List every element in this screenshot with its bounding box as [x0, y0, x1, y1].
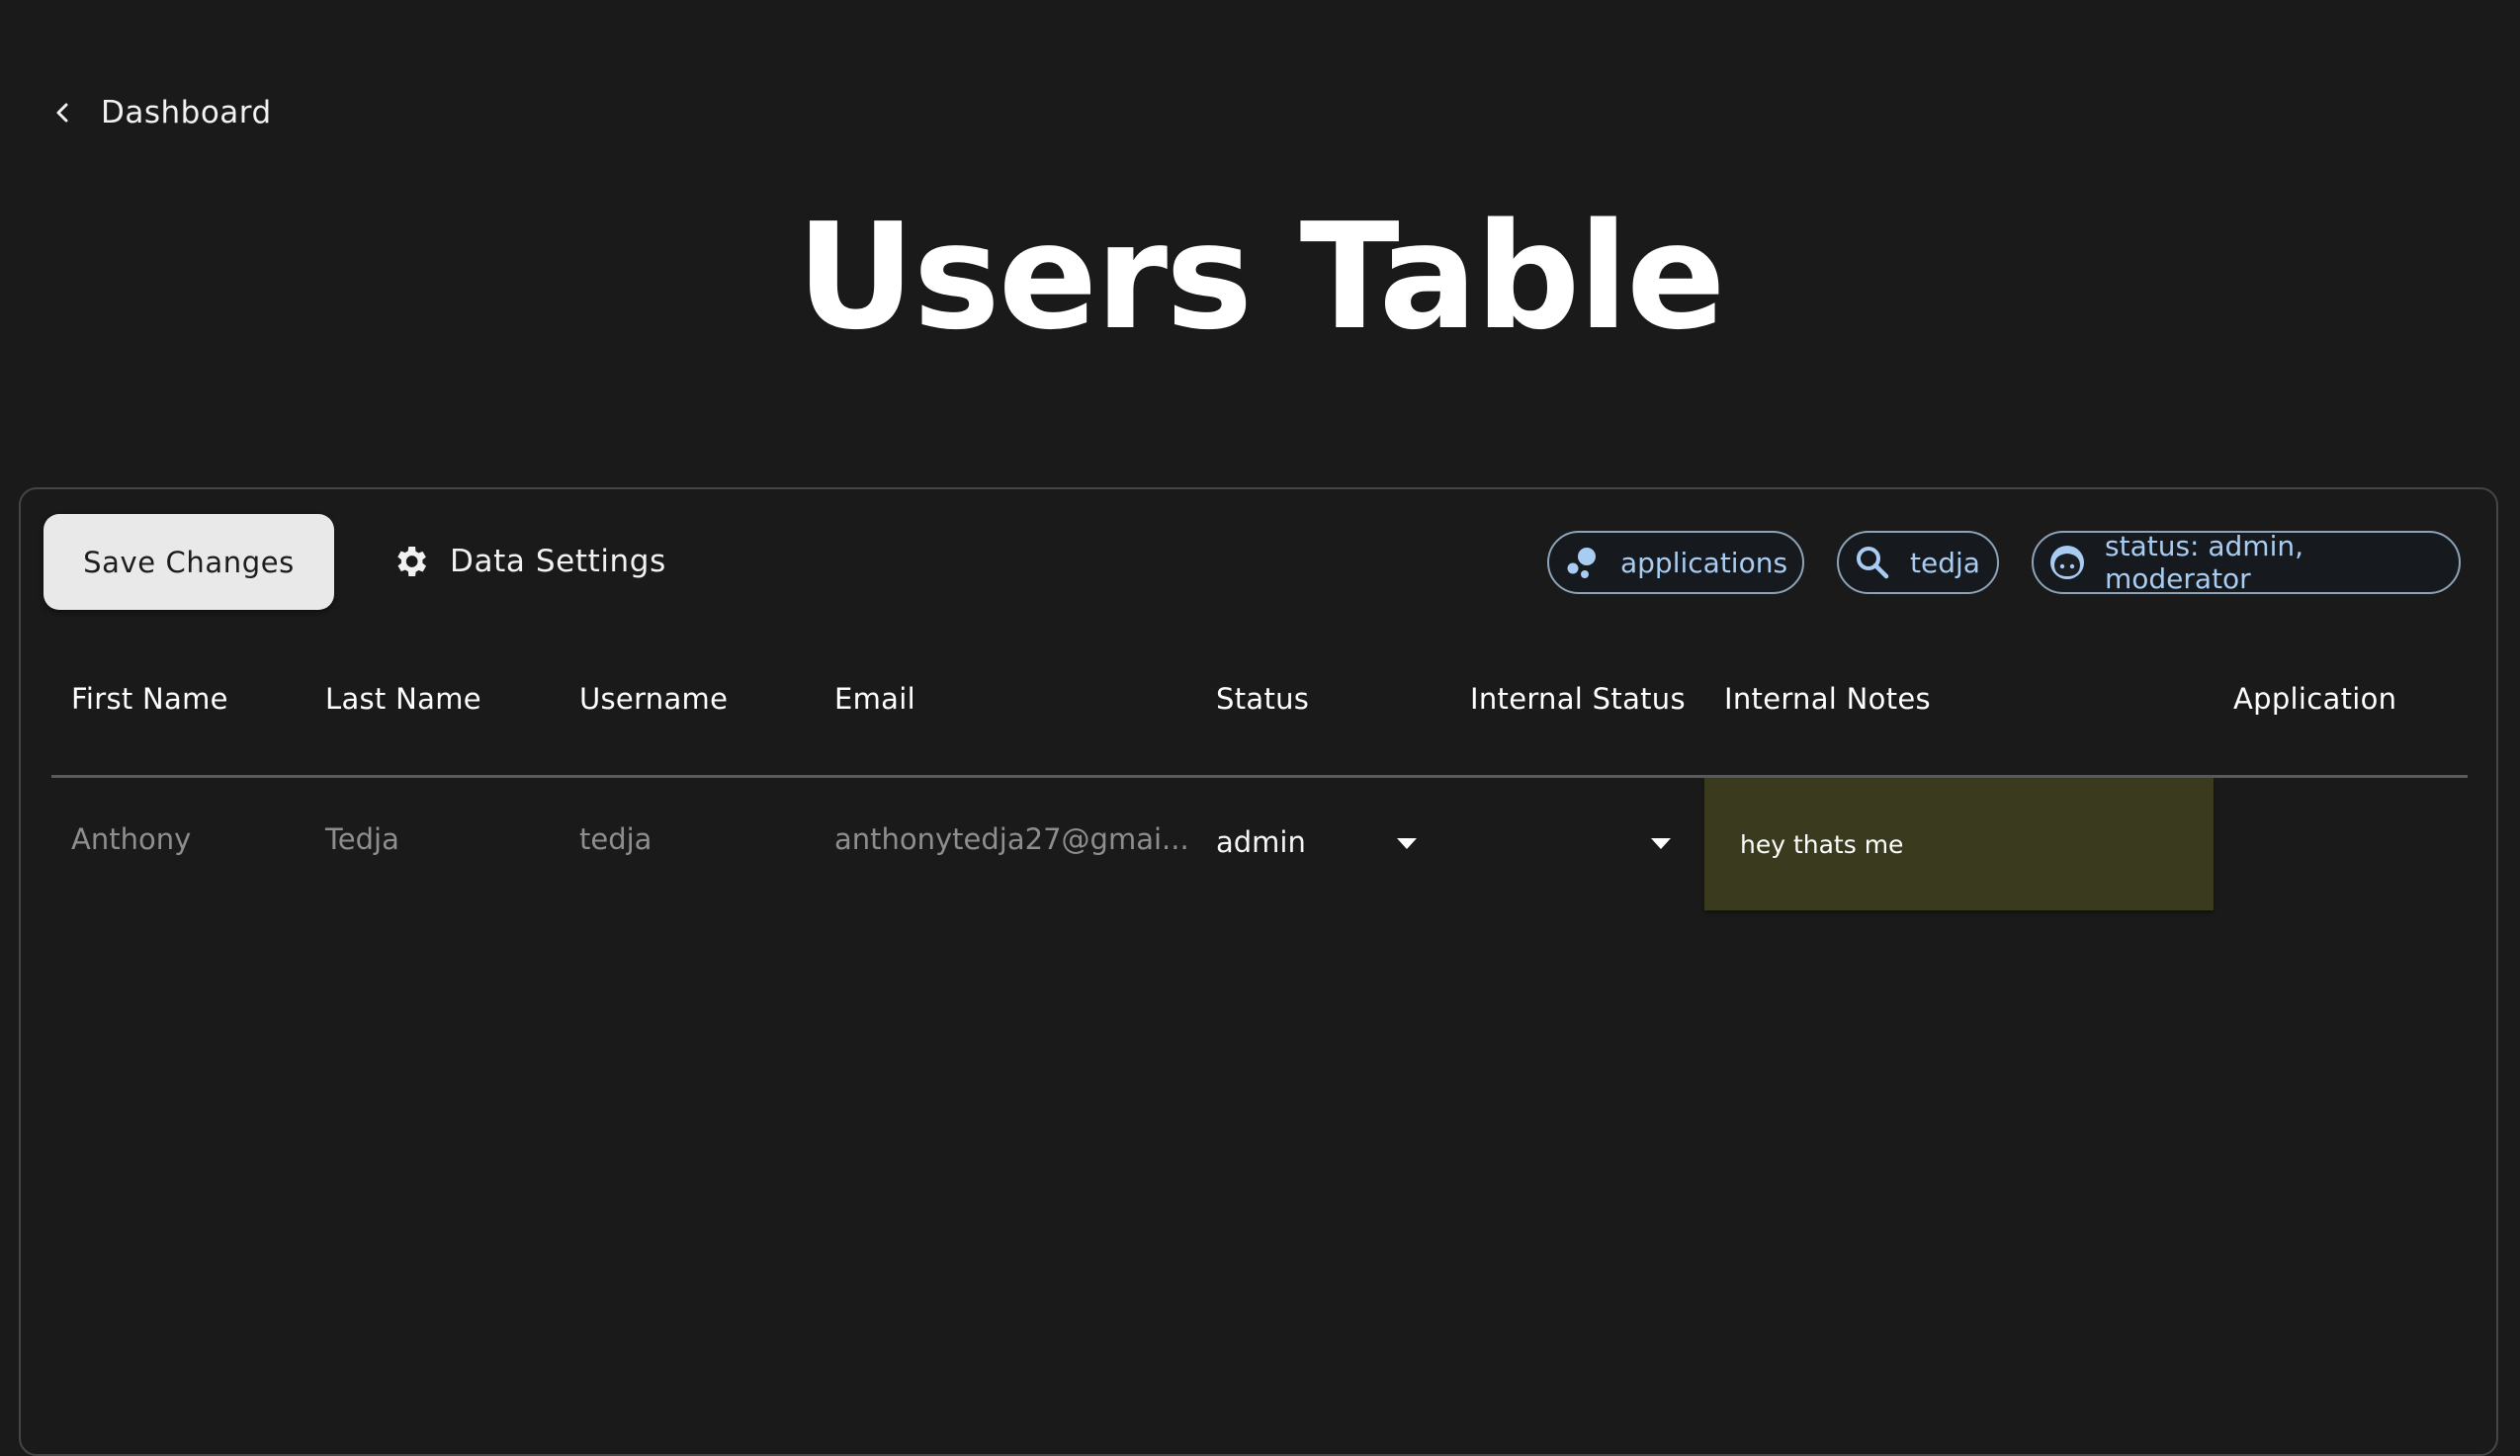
- cell-first-name: Anthony: [71, 822, 192, 856]
- users-table-card: [19, 487, 2498, 1456]
- filter-chip-search[interactable]: tedja: [1837, 531, 1999, 594]
- filter-chip-label: status: admin, moderator: [2105, 530, 2304, 595]
- column-header-internal-status[interactable]: Internal Status: [1470, 682, 1686, 716]
- column-header-application[interactable]: Application: [2233, 682, 2396, 716]
- cell-email: anthonytedja27@gmai...: [834, 822, 1189, 856]
- status-select[interactable]: admin: [1216, 816, 1424, 868]
- column-header-internal-notes[interactable]: Internal Notes: [1724, 682, 1931, 716]
- face-icon: [2050, 546, 2084, 579]
- back-to-dashboard-link[interactable]: Dashboard: [51, 89, 272, 136]
- chevron-left-icon: [56, 103, 68, 123]
- cell-username: tedja: [579, 822, 652, 856]
- filter-chip-status[interactable]: status: admin, moderator: [2032, 530, 2461, 595]
- data-settings-button[interactable]: Data Settings: [391, 534, 666, 589]
- bubbles-icon: [1567, 548, 1596, 578]
- search-icon: [1857, 547, 1889, 579]
- internal-notes-cell[interactable]: hey thats me: [1704, 778, 2214, 910]
- save-changes-button[interactable]: Save Changes: [43, 514, 334, 610]
- caret-down-icon: [1397, 838, 1417, 849]
- column-header-status[interactable]: Status: [1216, 682, 1309, 716]
- back-label: Dashboard: [101, 95, 272, 130]
- column-header-email[interactable]: Email: [834, 682, 915, 716]
- page-title: Users Table: [796, 192, 1725, 362]
- internal-notes-value: hey thats me: [1740, 829, 1904, 859]
- internal-status-select[interactable]: [1470, 816, 1678, 868]
- cell-last-name: Tedja: [325, 822, 399, 856]
- column-header-first-name[interactable]: First Name: [71, 682, 228, 716]
- gear-icon: [397, 547, 426, 576]
- filter-chip-label: applications: [1620, 546, 1788, 579]
- data-settings-label: Data Settings: [450, 544, 666, 579]
- status-select-value: admin: [1216, 825, 1306, 859]
- column-header-username[interactable]: Username: [579, 682, 728, 716]
- column-header-last-name[interactable]: Last Name: [325, 682, 481, 716]
- filter-chip-label: tedja: [1910, 546, 1980, 579]
- caret-down-icon: [1651, 838, 1671, 849]
- filter-chip-applications[interactable]: applications: [1547, 531, 1804, 594]
